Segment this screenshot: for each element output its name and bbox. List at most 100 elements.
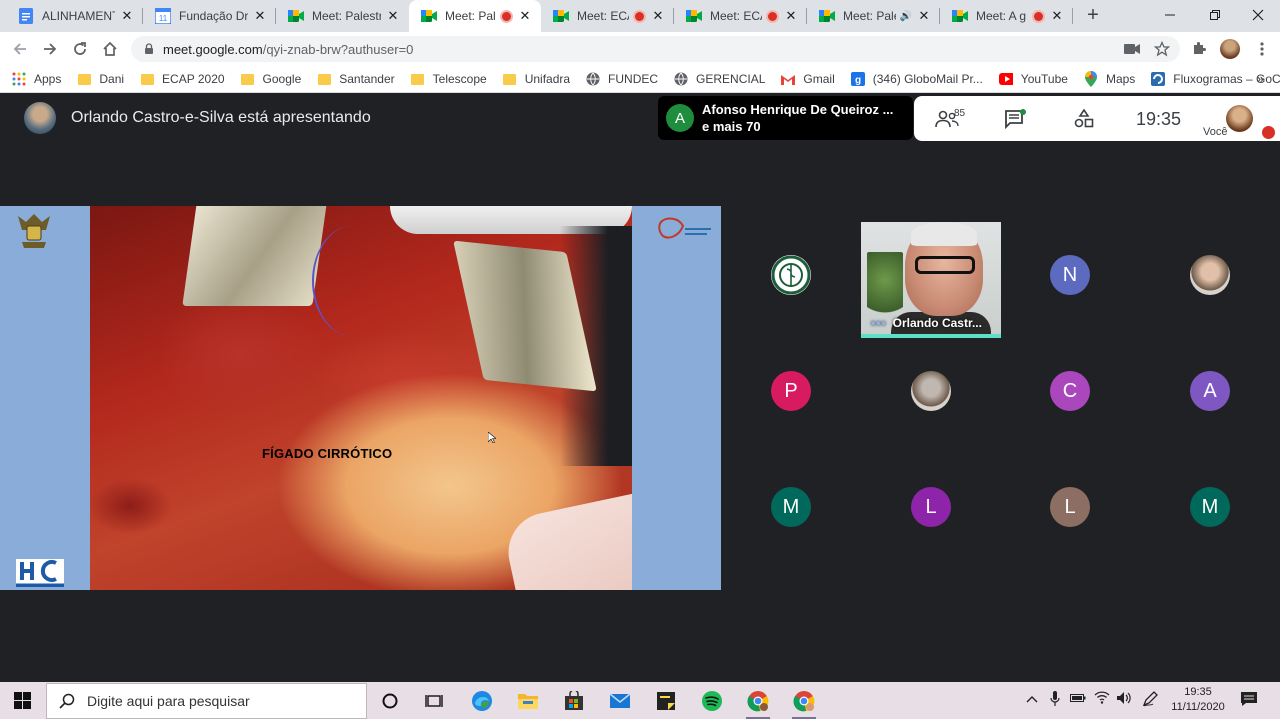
restore-button[interactable] [1193,0,1237,30]
microphone-tray[interactable] [1050,691,1060,710]
tab-close-button[interactable]: ✕ [385,8,401,24]
participant-avatar[interactable]: L [1050,487,1090,527]
chat-icon [1005,109,1026,129]
store-app[interactable] [562,689,586,713]
folder-icon [77,73,91,85]
participant-avatar[interactable]: N [1050,255,1090,295]
battery-tray[interactable] [1070,692,1086,706]
video-tile-orlando[interactable]: ••• Orlando Castr... [861,222,1001,338]
bookmark-item[interactable]: ECAP 2020 [140,72,225,86]
mail-app[interactable] [608,689,632,713]
bookmark-icon [77,72,91,86]
browser-tab[interactable]: ALINHAMENTO ✕ [6,0,143,32]
profile-button[interactable] [1218,37,1242,61]
suture-thread [312,226,392,336]
browser-tab[interactable]: Meet: Palestra ✕ [276,0,409,32]
cortana-button[interactable] [378,689,402,713]
cursor-icon [488,432,496,443]
participant-avatar-photo[interactable] [911,371,951,411]
bookmark-item[interactable]: Santander [317,72,395,86]
tab-close-button[interactable]: ✕ [916,8,932,24]
tray-overflow-button[interactable] [1026,692,1038,706]
windows-start-icon[interactable] [14,692,31,709]
participant-avatar-photo[interactable] [1190,255,1230,295]
bookmark-item[interactable]: YouTube [998,72,1068,86]
address-bar[interactable]: meet.google.com/qyi-znab-brw?authuser=0 [131,36,1180,62]
tab-close-button[interactable]: ✕ [1049,8,1065,24]
browser-tab[interactable]: Meet: Pale 🔊 ✕ [807,0,940,32]
back-button[interactable] [8,37,32,61]
tab-favicon: 11 [155,8,171,24]
bookmark-star-button[interactable] [1150,37,1174,61]
volume-tray[interactable] [1116,691,1132,708]
wifi-tray[interactable] [1094,690,1110,707]
participant-avatar[interactable]: L [911,487,951,527]
taskbar-search[interactable]: Digite aqui para pesquisar [46,683,367,719]
youtube-icon [998,73,1013,85]
chrome-app-2[interactable] [792,689,816,719]
bookmark-item[interactable]: g (346) GloboMail Pr... [850,72,983,86]
participant-avatar[interactable]: M [1190,487,1230,527]
tab-close-button[interactable]: ✕ [650,8,666,24]
extensions-button[interactable] [1187,37,1211,61]
chrome-icon [747,691,769,712]
participant-avatar-logo[interactable] [771,255,811,295]
menu-button[interactable] [1250,37,1274,61]
bookmark-item[interactable]: Maps [1084,71,1135,87]
tab-close-button[interactable]: ✕ [119,8,135,24]
close-window-button[interactable] [1236,0,1280,30]
chat-button[interactable] [1002,106,1028,132]
browser-tab[interactable]: Meet: ECA ✕ [541,0,674,32]
bookmark-label: (346) GloboMail Pr... [872,72,983,86]
microphone-icon [1050,691,1060,706]
bookmark-item[interactable]: FUNDEC [586,72,658,86]
tab-close-button[interactable]: ✕ [783,8,799,24]
reload-button[interactable] [68,37,92,61]
tab-favicon [288,8,304,24]
tab-title: Meet: A g [976,9,1027,23]
bookmark-item[interactable]: Telescope [411,72,487,86]
forward-button[interactable] [38,37,62,61]
notifications-button[interactable] [1240,691,1258,710]
camera-indicator[interactable] [1120,37,1144,61]
file-explorer-app[interactable] [516,689,540,713]
browser-tab[interactable]: Meet: A g ✕ [940,0,1073,32]
sticky-notes-app[interactable] [654,689,678,713]
browser-tab[interactable]: 11 Fundação Drac ✕ [143,0,276,32]
bookmark-item[interactable]: GERENCIAL [674,72,765,86]
activities-button[interactable] [1071,106,1097,132]
browser-tab[interactable]: Meet: ECA ✕ [674,0,807,32]
more-bookmarks-button[interactable]: » [1257,71,1264,86]
presenter-avatar [24,102,56,134]
task-view-button[interactable] [422,689,446,713]
tab-close-button[interactable]: ✕ [252,8,268,24]
bookmark-item[interactable]: Unifadra [503,72,570,86]
home-button[interactable] [98,37,122,61]
participant-avatar[interactable]: M [771,487,811,527]
bookmark-item[interactable]: Apps [12,72,61,86]
speaker-icon[interactable]: 🔊 [900,11,912,22]
spotify-app[interactable] [700,689,724,713]
participant-avatar[interactable]: P [771,371,811,411]
you-label: Você [1203,126,1228,138]
recording-icon [633,9,646,23]
self-avatar[interactable] [1226,105,1253,132]
participant-avatar[interactable]: A [1190,371,1230,411]
bookmark-item[interactable]: Google [241,72,301,86]
new-tab-button[interactable]: + [1082,5,1104,27]
meet-icon [288,10,304,22]
edge-app[interactable] [470,689,494,713]
pen-tray[interactable] [1142,691,1158,710]
bookmark-item[interactable]: Gmail [781,72,835,86]
system-clock[interactable]: 19:35 11/11/2020 [1168,685,1228,715]
minimize-button[interactable] [1148,0,1192,30]
tab-close-button[interactable]: ✕ [517,8,533,24]
chat-notification[interactable]: A Afonso Henrique De Queiroz ... e mais … [658,96,913,140]
participant-avatar[interactable]: C [1050,371,1090,411]
browser-tab[interactable]: Meet: Pale ✕ [409,0,541,32]
bookmark-item[interactable]: Dani [77,72,124,86]
meeting-clock: 19:35 [1136,109,1182,129]
chrome-app-1[interactable] [746,689,770,719]
presenter-banner: Orlando Castro-e-Silva está apresentando [24,102,371,134]
retractor-left [182,206,328,306]
